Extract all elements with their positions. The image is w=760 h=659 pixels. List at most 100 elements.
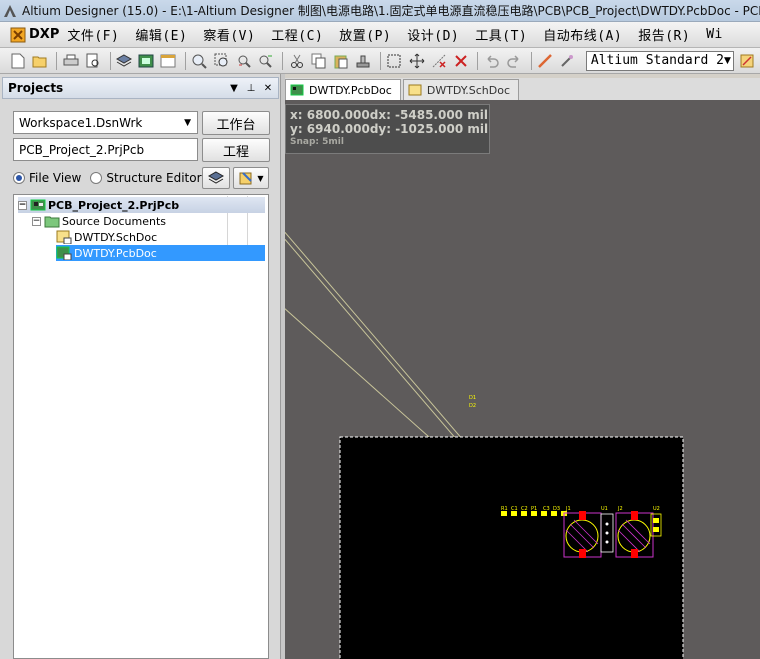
menu-window[interactable]: Wi (706, 27, 723, 42)
move-icon[interactable] (407, 51, 426, 71)
open-folder-icon[interactable] (30, 51, 49, 71)
structure-editor-radio[interactable] (90, 172, 103, 184)
menu-place[interactable]: 放置(P) (339, 25, 391, 44)
altium-logo-icon (3, 3, 17, 19)
menu-autoroute[interactable]: 自动布线(A) (543, 25, 622, 44)
standard-style-value: Altium Standard 2 (590, 53, 724, 68)
project-options-button[interactable] (202, 167, 230, 189)
window-title: Altium Designer (15.0) - E:\1-Altium Des… (22, 4, 760, 18)
menu-design[interactable]: 设计(D) (407, 25, 459, 44)
file-view-label: File View (29, 171, 82, 185)
toolbar-separator (56, 51, 58, 70)
dxp-menu[interactable]: DXP (10, 27, 59, 43)
new-file-icon[interactable] (8, 51, 27, 71)
redo-icon[interactable] (505, 51, 524, 71)
print-preview-icon[interactable] (83, 51, 102, 71)
cut-icon[interactable] (287, 51, 306, 71)
copy-icon[interactable] (310, 51, 329, 71)
rubber-stamp-icon[interactable] (354, 51, 373, 71)
tree-document-label: DWTDY.SchDoc (74, 230, 158, 244)
hud-y: y: 6940.000 (290, 122, 370, 136)
workspace-button[interactable]: 工作台 (202, 111, 270, 135)
toolbar-separator (184, 51, 186, 70)
pcb-canvas[interactable]: D1 D2 R1 C1 C2 P1 C3 D3 J1 U1 J2 U2 x: 6… (285, 100, 760, 659)
standard-style-combo[interactable]: Altium Standard 2 ▼ (585, 50, 734, 71)
tree-folder-row[interactable]: − Source Documents (32, 213, 265, 229)
project-field[interactable]: PCB_Project_2.PrjPcb (13, 138, 198, 161)
window-icon[interactable] (159, 51, 178, 71)
tab-pcb-doc[interactable]: DWTDY.PcbDoc (285, 79, 401, 100)
stray-label-d2: D2 (469, 403, 476, 409)
projects-panel: Projects ▼ ⊥ ✕ Workspace1.DsnWrk ▼ 工作台 P… (0, 74, 281, 659)
menu-edit[interactable]: 编辑(E) (135, 25, 187, 44)
radio-dot (16, 175, 22, 181)
designator-c1: C1 (511, 506, 518, 512)
designator-j2: J2 (617, 506, 623, 512)
route-icon[interactable] (536, 51, 555, 71)
toolbar-separator (109, 51, 111, 70)
panel-menu-icon[interactable]: ▼ (227, 83, 241, 94)
pcb-drawing: D1 D2 R1 C1 C2 P1 C3 D3 J1 U1 J2 U2 (285, 231, 684, 659)
inspect-icon[interactable] (558, 51, 577, 71)
deselect-icon[interactable] (429, 51, 448, 71)
chevron-down-icon: ▼ (723, 55, 731, 66)
collapse-icon[interactable]: − (32, 216, 41, 226)
toolbar-separator (530, 51, 532, 70)
designator-j1: J1 (565, 506, 571, 512)
zoom-fit-icon[interactable] (190, 51, 209, 71)
tree-document-row-selected[interactable]: DWTDY.PcbDoc (56, 245, 265, 261)
board-outline[interactable] (339, 436, 684, 659)
project-button[interactable]: 工程 (202, 138, 270, 162)
file-view-radio[interactable] (13, 172, 25, 184)
pcb-doc-icon (56, 246, 72, 260)
schematic-doc-icon (408, 84, 422, 96)
designator-u2: U2 (653, 506, 660, 512)
tree-project-label: PCB_Project_2.PrjPcb (48, 198, 180, 212)
menu-project[interactable]: 工程(C) (271, 25, 323, 44)
designator-p1: P1 (531, 506, 537, 512)
menu-reports[interactable]: 报告(R) (638, 25, 690, 44)
tree-project-row[interactable]: − PCB_Project_2.PrjPcb (18, 197, 265, 213)
tree-document-label: DWTDY.PcbDoc (74, 246, 157, 260)
close-icon[interactable]: ✕ (261, 83, 275, 94)
toolbar-separator (282, 51, 284, 70)
tab-label: DWTDY.PcbDoc (309, 83, 392, 97)
pin-icon[interactable]: ⊥ (244, 83, 258, 94)
panel-title: Projects (8, 81, 64, 95)
designator-r1: R1 (501, 506, 508, 512)
tab-label: DWTDY.SchDoc (426, 83, 511, 97)
zoom-selected-icon[interactable] (234, 51, 253, 71)
menu-file[interactable]: 文件(F) (67, 25, 119, 44)
select-area-icon[interactable] (385, 51, 404, 71)
menu-view[interactable]: 察看(V) (203, 25, 255, 44)
report-icon[interactable] (738, 51, 757, 71)
coordinate-hud: x: 6800.000 dx: -5485.000 mil y: 6940.00… (285, 104, 490, 154)
clear-filter-icon[interactable] (451, 51, 470, 71)
print-icon[interactable] (61, 51, 80, 71)
folder-icon (44, 214, 60, 228)
workspace-value: Workspace1.DsnWrk (19, 115, 143, 130)
project-tree: − PCB_Project_2.PrjPcb − Source Document… (13, 194, 269, 659)
tree-document-row[interactable]: DWTDY.SchDoc (56, 229, 265, 245)
paste-icon[interactable] (332, 51, 351, 71)
zoom-area-icon[interactable] (212, 51, 231, 71)
designator-c3: C3 (543, 506, 550, 512)
document-icon (239, 172, 253, 185)
dxp-icon (10, 27, 26, 43)
stack-icon (207, 171, 225, 184)
tree-folder-label: Source Documents (62, 214, 166, 228)
tab-sch-doc[interactable]: DWTDY.SchDoc (402, 79, 520, 100)
collapse-icon[interactable]: − (18, 200, 27, 210)
chevron-down-icon: ▼ (184, 117, 191, 128)
view-mode-radio-group: File View Structure Editor (13, 169, 211, 187)
designator-u1: U1 (601, 506, 608, 512)
hud-dy: dy: -1025.000 mil (369, 122, 489, 136)
layers-icon[interactable] (114, 51, 133, 71)
workspace-combo[interactable]: Workspace1.DsnWrk ▼ (13, 111, 198, 134)
document-options-button[interactable]: ▼ (233, 167, 269, 189)
filter-icon[interactable] (256, 51, 275, 71)
undo-icon[interactable] (482, 51, 501, 71)
chevron-down-icon: ▼ (257, 173, 264, 183)
menu-tools[interactable]: 工具(T) (475, 25, 527, 44)
board-icon[interactable] (137, 51, 156, 71)
